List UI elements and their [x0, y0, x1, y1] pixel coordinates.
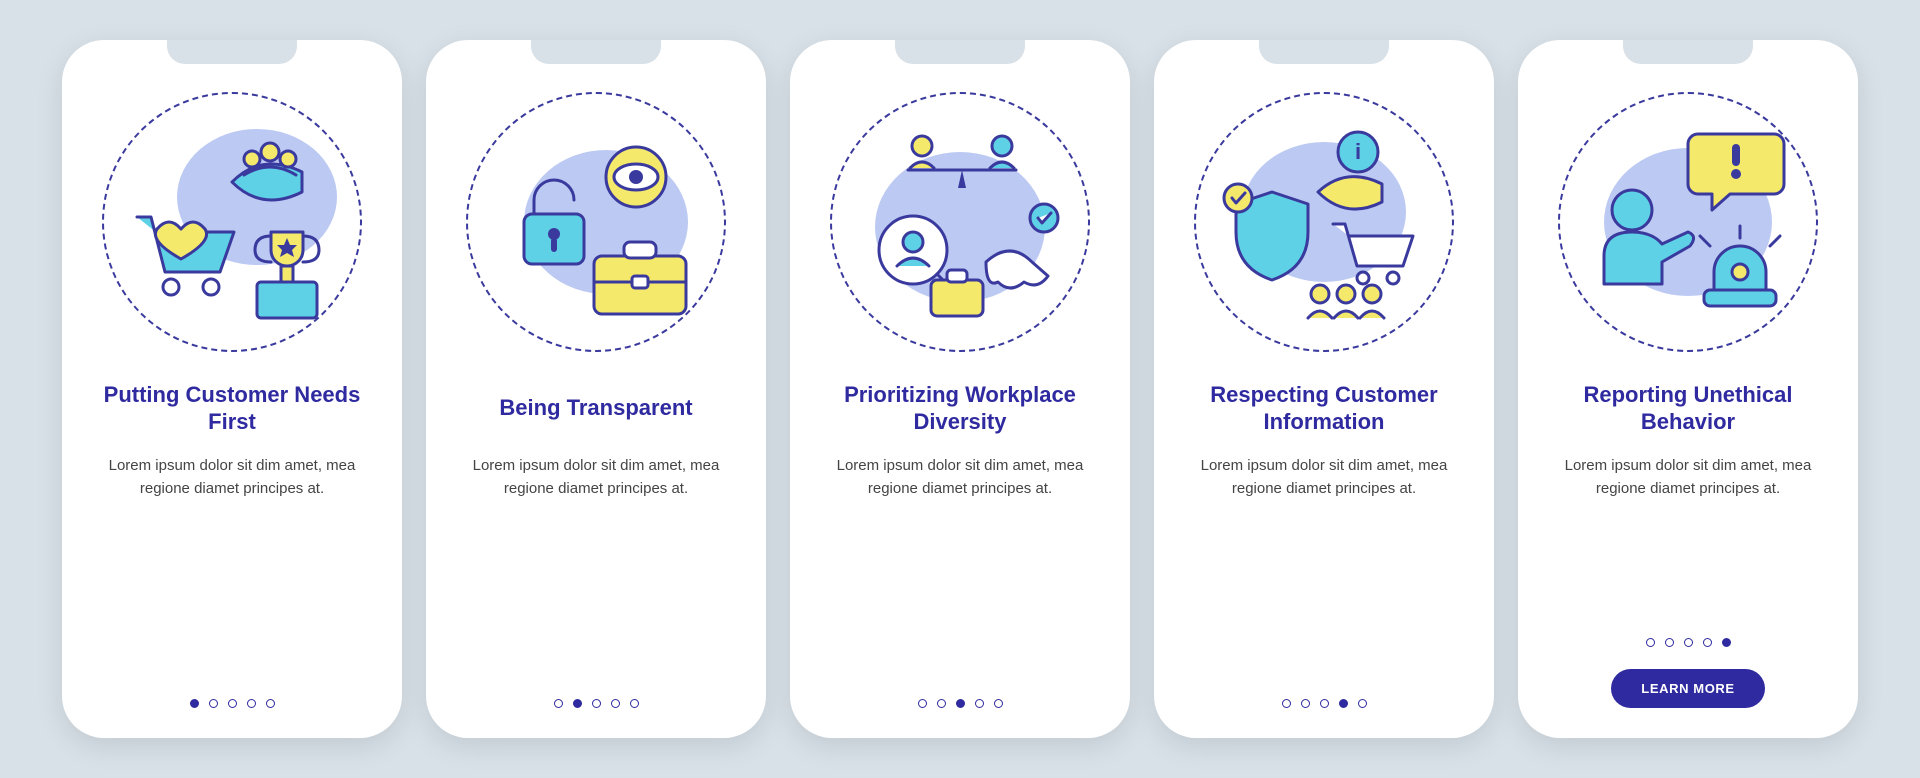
- dot-1[interactable]: [918, 699, 927, 708]
- dot-1[interactable]: [554, 699, 563, 708]
- card-desc: Lorem ipsum dolor sit dim amet, mea regi…: [835, 454, 1085, 501]
- transparency-icon: [466, 92, 726, 352]
- dot-2[interactable]: [573, 699, 582, 708]
- dot-5[interactable]: [1358, 699, 1367, 708]
- dot-4[interactable]: [611, 699, 620, 708]
- card-desc: Lorem ipsum dolor sit dim amet, mea regi…: [107, 454, 357, 501]
- card-title: Reporting Unethical Behavior: [1546, 380, 1830, 436]
- pagination-dots: [554, 699, 639, 708]
- dot-3[interactable]: [592, 699, 601, 708]
- dot-5[interactable]: [994, 699, 1003, 708]
- onboarding-card-2: Being Transparent Lorem ipsum dolor sit …: [426, 40, 766, 738]
- dot-4[interactable]: [1703, 638, 1712, 647]
- customer-info-icon: i: [1194, 92, 1454, 352]
- phone-notch: [895, 40, 1025, 64]
- phone-notch: [1259, 40, 1389, 64]
- card-desc: Lorem ipsum dolor sit dim amet, mea regi…: [471, 454, 721, 501]
- phone-notch: [167, 40, 297, 64]
- card-desc: Lorem ipsum dolor sit dim amet, mea regi…: [1199, 454, 1449, 501]
- onboarding-card-4: i Respecting Customer Inform: [1154, 40, 1494, 738]
- dot-3[interactable]: [1684, 638, 1693, 647]
- pagination-dots: [190, 699, 275, 708]
- dot-1[interactable]: [190, 699, 199, 708]
- dot-3[interactable]: [956, 699, 965, 708]
- dot-5[interactable]: [266, 699, 275, 708]
- onboarding-card-5: Reporting Unethical Behavior Lorem ipsum…: [1518, 40, 1858, 738]
- pagination-dots: [1282, 699, 1367, 708]
- card-desc: Lorem ipsum dolor sit dim amet, mea regi…: [1563, 454, 1813, 501]
- onboarding-card-1: Putting Customer Needs First Lorem ipsum…: [62, 40, 402, 738]
- phone-notch: [531, 40, 661, 64]
- dot-4[interactable]: [247, 699, 256, 708]
- pagination-dots: [1646, 638, 1731, 647]
- learn-more-button[interactable]: LEARN MORE: [1611, 669, 1764, 708]
- phone-notch: [1623, 40, 1753, 64]
- dot-1[interactable]: [1282, 699, 1291, 708]
- dot-2[interactable]: [937, 699, 946, 708]
- customer-needs-icon: [102, 92, 362, 352]
- reporting-icon: [1558, 92, 1818, 352]
- dot-3[interactable]: [228, 699, 237, 708]
- dot-4[interactable]: [975, 699, 984, 708]
- dot-3[interactable]: [1320, 699, 1329, 708]
- dot-4[interactable]: [1339, 699, 1348, 708]
- dot-2[interactable]: [1665, 638, 1674, 647]
- card-title: Respecting Customer Information: [1182, 380, 1466, 436]
- dot-5[interactable]: [630, 699, 639, 708]
- diversity-icon: [830, 92, 1090, 352]
- dot-5[interactable]: [1722, 638, 1731, 647]
- card-title: Being Transparent: [499, 380, 692, 436]
- dot-2[interactable]: [209, 699, 218, 708]
- pagination-dots: [918, 699, 1003, 708]
- dot-1[interactable]: [1646, 638, 1655, 647]
- card-title: Putting Customer Needs First: [90, 380, 374, 436]
- onboarding-card-3: Prioritizing Workplace Diversity Lorem i…: [790, 40, 1130, 738]
- dot-2[interactable]: [1301, 699, 1310, 708]
- card-title: Prioritizing Workplace Diversity: [818, 380, 1102, 436]
